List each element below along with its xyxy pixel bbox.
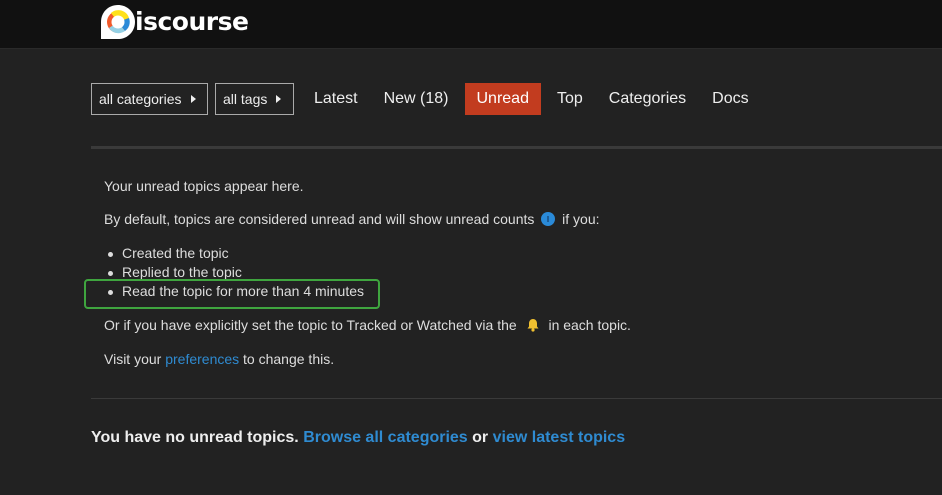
- category-dropdown-label: all categories: [99, 91, 182, 107]
- divider: [91, 398, 942, 399]
- site-header: iscourse: [0, 0, 942, 49]
- education-intro: Your unread topics appear here.: [104, 178, 304, 194]
- unread-conditions-list: Created the topic Replied to the topic R…: [104, 245, 364, 302]
- discourse-logo-mark-icon: [100, 4, 136, 40]
- info-icon: [541, 212, 556, 226]
- nav-latest[interactable]: Latest: [301, 83, 371, 115]
- category-dropdown[interactable]: all categories: [91, 83, 208, 115]
- logo-text: iscourse: [135, 6, 249, 36]
- education-tracking-note: Or if you have explicitly set the topic …: [104, 317, 631, 334]
- tracking-note-text: Or if you have explicitly set the topic …: [104, 317, 517, 333]
- preferences-suffix: to change this.: [243, 351, 335, 367]
- no-unread-message: You have no unread topics. Browse all ca…: [91, 429, 625, 447]
- tag-dropdown-label: all tags: [223, 91, 268, 107]
- nav-categories[interactable]: Categories: [596, 83, 699, 115]
- education-default-suffix: if you:: [562, 211, 600, 227]
- tracking-note-suffix: in each topic.: [548, 317, 631, 333]
- preferences-link[interactable]: preferences: [165, 351, 239, 367]
- nav-top[interactable]: Top: [544, 83, 596, 115]
- education-default-text: By default, topics are considered unread…: [104, 211, 535, 227]
- nav-unread[interactable]: Unread: [464, 83, 541, 115]
- preferences-text: Visit your: [104, 351, 162, 367]
- no-unread-text: You have no unread topics.: [91, 429, 299, 446]
- list-item: Replied to the topic: [104, 264, 364, 283]
- topic-navigation: all categories all tags Latest New (18) …: [91, 83, 762, 115]
- caret-right-icon: [190, 95, 196, 103]
- divider: [91, 146, 942, 149]
- nav-new[interactable]: New (18): [371, 83, 462, 115]
- discourse-logo[interactable]: iscourse: [100, 3, 249, 41]
- list-item: Created the topic: [104, 245, 364, 264]
- or-text: or: [472, 429, 489, 446]
- education-default-rule: By default, topics are considered unread…: [104, 211, 600, 228]
- tag-dropdown[interactable]: all tags: [215, 83, 294, 115]
- caret-right-icon: [276, 95, 282, 103]
- nav-docs[interactable]: Docs: [699, 83, 761, 115]
- browse-categories-link[interactable]: Browse all categories: [303, 429, 468, 446]
- bell-icon: [526, 318, 540, 332]
- education-preferences: Visit your preferences to change this.: [104, 351, 334, 368]
- view-latest-link[interactable]: view latest topics: [493, 429, 626, 446]
- list-item: Read the topic for more than 4 minutes: [104, 283, 364, 302]
